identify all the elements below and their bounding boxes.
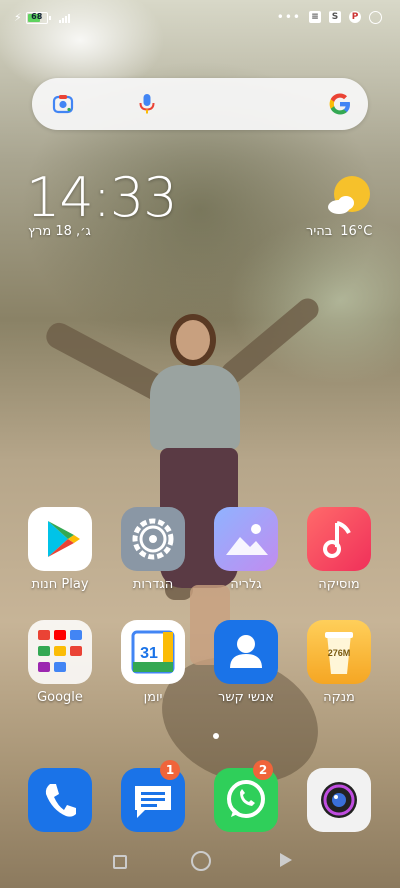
camera-icon [307,768,371,832]
app-settings[interactable]: הגדרות [108,507,198,592]
battery-icon: 68 [25,11,51,24]
google-logo-icon[interactable] [326,90,354,118]
dock-messages[interactable]: 1 [108,760,198,832]
status-left: ⚡ 68 [14,11,70,24]
clock-time[interactable]: 14:33 [26,166,178,229]
contacts-icon [214,620,278,684]
charging-icon: ⚡ [14,11,22,24]
app-gallery[interactable]: גלריה [201,507,291,592]
weather-widget[interactable]: בהיר 16°C [306,224,372,239]
back-button[interactable] [280,853,292,867]
app-contacts[interactable]: אנשי קשר [201,620,291,705]
gallery-icon [214,507,278,571]
news-icon: ≡ [309,11,321,23]
google-search-bar[interactable] [32,78,368,130]
status-bar: ⚡ 68 ••• ≡ S P [0,0,400,38]
app-calendar[interactable]: 31 יומן [108,620,198,705]
notification-badge: 2 [253,760,273,780]
app-cleaner[interactable]: 276M מנקה [294,620,384,705]
dock-phone[interactable] [15,768,105,832]
phone-icon [28,768,92,832]
more-notifications-icon: ••• [276,10,301,24]
signal-icon [58,13,70,23]
dock-camera[interactable] [294,768,384,832]
cleaner-size: 276M [328,648,351,658]
app-music[interactable]: מוסיקה [294,507,384,592]
google-lens-icon[interactable] [52,93,74,115]
wallpaper-person-torso [150,365,240,450]
clock-date[interactable]: ג׳, 18 מרץ [28,224,91,239]
recents-button[interactable] [113,855,127,869]
app-label: יומן [143,690,163,705]
weather-condition: בהיר [306,224,333,239]
alarm-icon [369,10,382,24]
calendar-icon: 31 [121,620,185,684]
app-label: חנות Play [31,577,89,592]
pinterest-icon: P [349,11,361,23]
page-indicator-dot [213,733,219,739]
app-label: מנקה [323,690,355,705]
settings-gear-icon [121,507,185,571]
app-label: אנשי קשר [218,690,274,705]
battery-level: 68 [31,11,43,21]
google-folder-icon [28,620,92,684]
app-label: Google [37,690,83,705]
app-label: גלריה [230,577,262,592]
app-label: מוסיקה [318,577,360,592]
app-play-store[interactable]: חנות Play [15,507,105,592]
wallpaper-person-head [176,320,210,360]
voice-search-icon[interactable] [136,92,158,116]
status-right: ••• ≡ S P [277,10,382,24]
dock-whatsapp[interactable]: 2 [201,760,291,832]
cleaner-icon: 276M [307,620,371,684]
play-store-icon [28,507,92,571]
notification-badge: 1 [160,760,180,780]
music-note-icon [307,507,371,571]
app-google-folder[interactable]: Google [15,620,105,705]
weather-temperature: 16°C [340,224,373,239]
calendar-day: 31 [140,645,158,662]
home-button[interactable] [191,851,211,871]
app-label: הגדרות [132,577,174,592]
s-app-icon: S [329,11,341,23]
partly-sunny-icon[interactable] [326,174,372,220]
